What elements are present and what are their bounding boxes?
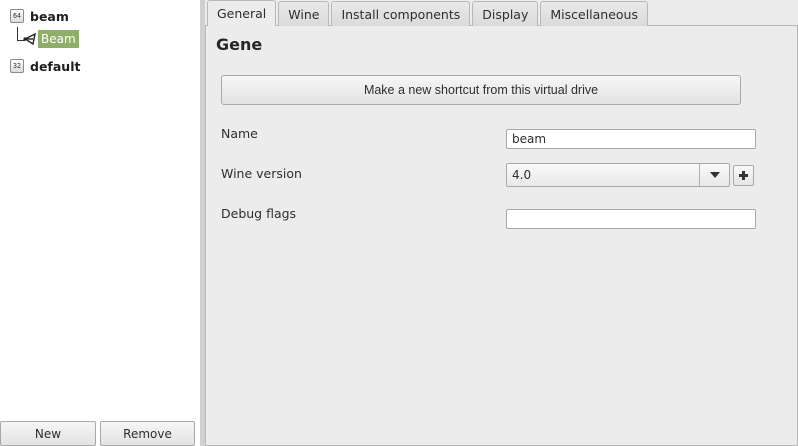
new-button[interactable]: New <box>0 421 96 446</box>
arch-32-icon: 32 <box>10 59 24 73</box>
wine-version-value: 4.0 <box>512 168 532 182</box>
tab-miscellaneous[interactable]: Miscellaneous <box>540 1 648 26</box>
section-title: Gene <box>216 35 263 54</box>
chevron-down-icon <box>699 164 729 186</box>
tree-item-default[interactable]: 32 default <box>10 57 80 75</box>
debug-flags-label: Debug flags <box>221 206 297 221</box>
name-input[interactable] <box>506 129 756 149</box>
tab-general[interactable]: General <box>207 0 277 26</box>
virtual-drive-panel: 64 beam Beam 32 default <box>0 0 200 446</box>
plus-icon <box>739 169 748 183</box>
tree-item-beam[interactable]: 64 beam <box>10 7 69 25</box>
wine-version-select[interactable]: 4.0 <box>506 163 730 187</box>
make-shortcut-button[interactable]: Make a new shortcut from this virtual dr… <box>221 75 741 105</box>
tab-bar: General Wine Install components Display … <box>207 0 650 26</box>
shortcut-icon <box>23 32 37 46</box>
tab-install-components[interactable]: Install components <box>331 1 471 26</box>
tree-item-label: default <box>30 58 81 74</box>
wine-version-label: Wine version <box>221 166 302 181</box>
tree-item-label: beam <box>30 8 69 24</box>
remove-button[interactable]: Remove <box>100 421 195 446</box>
arch-64-icon: 64 <box>10 9 24 23</box>
tab-display[interactable]: Display <box>472 1 539 26</box>
debug-flags-input[interactable] <box>506 209 756 229</box>
tab-wine[interactable]: Wine <box>278 1 330 26</box>
tree-item-shortcut-beam[interactable]: Beam <box>23 29 79 49</box>
tree-item-label: Beam <box>38 30 79 48</box>
name-label: Name <box>221 126 258 141</box>
add-wine-version-button[interactable] <box>733 165 754 186</box>
